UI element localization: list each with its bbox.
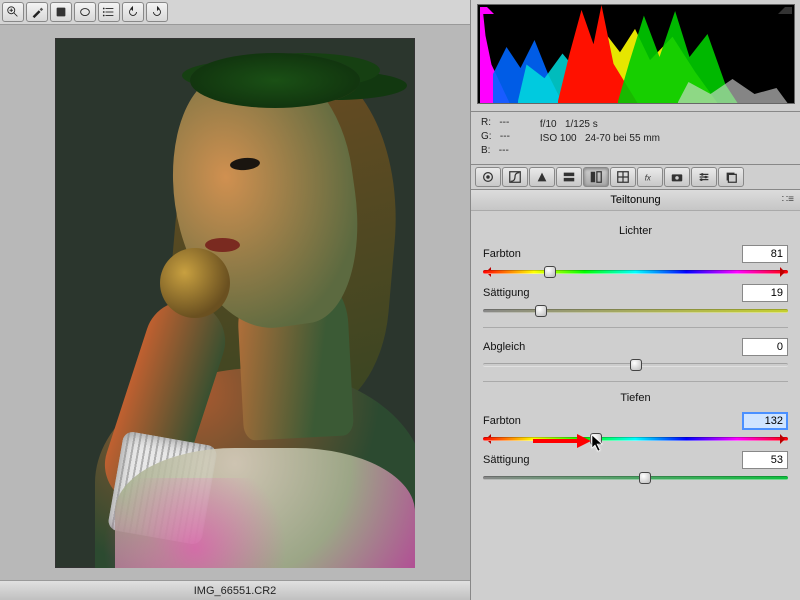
svg-text:fx: fx [645, 174, 652, 183]
preview-image [55, 38, 415, 568]
list-tool[interactable] [98, 2, 120, 22]
panel-tab-strip: fx [471, 165, 800, 190]
filename-bar: IMG_66551.CR2 [0, 580, 470, 600]
slider-end-icon [780, 267, 790, 277]
tab-effects-icon[interactable]: fx [637, 167, 663, 187]
highlights-hue-slider[interactable] [483, 266, 788, 278]
tab-presets-icon[interactable] [691, 167, 717, 187]
highlights-hue-control: Farbton [483, 245, 788, 278]
tab-calibration-icon[interactable] [664, 167, 690, 187]
slider-thumb[interactable] [630, 359, 642, 371]
highlights-heading: Lichter [483, 225, 788, 237]
tab-snapshots-icon[interactable] [718, 167, 744, 187]
shadows-hue-slider[interactable] [483, 433, 788, 445]
shadows-sat-slider[interactable] [483, 472, 788, 484]
balance-slider[interactable] [483, 359, 788, 371]
highlight-clip-warning-icon[interactable] [778, 7, 792, 14]
slider-thumb[interactable] [544, 266, 556, 278]
panel-menu-icon[interactable]: ∷≡ [782, 194, 794, 205]
slider-thumb[interactable] [590, 433, 602, 445]
tab-hsl-icon[interactable] [556, 167, 582, 187]
highlights-hue-input[interactable] [742, 245, 788, 263]
balance-input[interactable] [742, 338, 788, 356]
balance-label: Abgleich [483, 341, 525, 353]
balance-control: Abgleich [483, 338, 788, 371]
panel-title-bar: Teiltonung ∷≡ [471, 190, 800, 211]
preview-panel: IMG_66551.CR2 [0, 0, 470, 600]
histogram-box [471, 0, 800, 112]
tab-lens-icon[interactable] [610, 167, 636, 187]
tab-basic-icon[interactable] [475, 167, 501, 187]
panel-title: Teiltonung [610, 194, 660, 206]
shadows-hue-input[interactable] [742, 412, 788, 430]
shadows-sat-control: Sättigung [483, 451, 788, 484]
adjustments-panel: R: --- G: --- B: --- f/10 1/125 s ISO 10… [470, 0, 800, 600]
tab-curves-icon[interactable] [502, 167, 528, 187]
sat-label: Sättigung [483, 454, 529, 466]
shadows-sat-input[interactable] [742, 451, 788, 469]
filename-label: IMG_66551.CR2 [194, 585, 277, 597]
hue-label: Farbton [483, 248, 521, 260]
divider [483, 381, 788, 382]
left-toolbar [0, 0, 470, 25]
slider-thumb[interactable] [535, 305, 547, 317]
ellipse-tool[interactable] [74, 2, 96, 22]
shadows-heading: Tiefen [483, 392, 788, 404]
shadows-hue-control: Farbton [483, 412, 788, 445]
brush-tool[interactable] [26, 2, 48, 22]
rotate-ccw-button[interactable] [122, 2, 144, 22]
rotate-cw-button[interactable] [146, 2, 168, 22]
fill-tool[interactable] [50, 2, 72, 22]
slider-end-icon [780, 434, 790, 444]
highlights-sat-slider[interactable] [483, 305, 788, 317]
split-toning-panel: Lichter Farbton Sättigung [471, 211, 800, 600]
sat-label: Sättigung [483, 287, 529, 299]
tab-detail-icon[interactable] [529, 167, 555, 187]
exif-info-row: R: --- G: --- B: --- f/10 1/125 s ISO 10… [471, 112, 800, 165]
tab-split-toning-icon[interactable] [583, 167, 609, 187]
zoom-tool[interactable] [2, 2, 24, 22]
slider-thumb[interactable] [639, 472, 651, 484]
highlights-sat-input[interactable] [742, 284, 788, 302]
divider [483, 327, 788, 328]
highlights-sat-control: Sättigung [483, 284, 788, 317]
hue-label: Farbton [483, 415, 521, 427]
histogram[interactable] [477, 4, 795, 104]
image-preview-area[interactable] [0, 25, 470, 580]
